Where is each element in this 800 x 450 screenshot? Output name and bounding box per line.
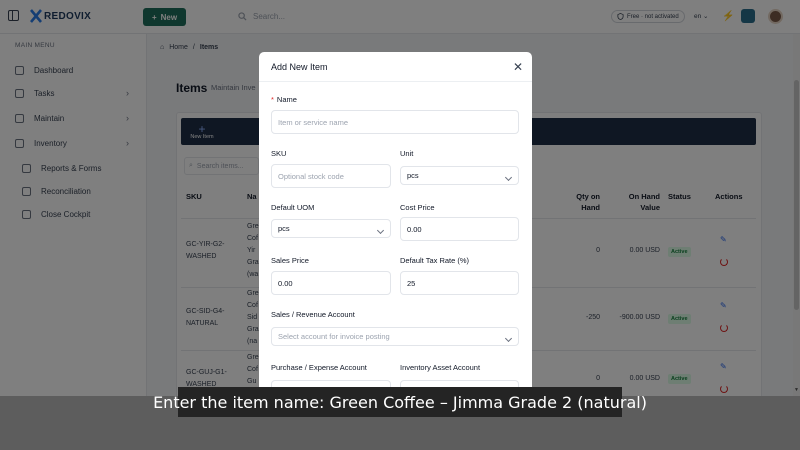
purchase-account-label: Purchase / Expense Account: [271, 363, 367, 372]
tax-rate-label: Default Tax Rate (%): [400, 256, 470, 265]
sales-price-input[interactable]: 0.00: [271, 271, 391, 295]
sku-label: SKU: [271, 149, 287, 158]
required-marker: *: [271, 95, 274, 104]
close-icon[interactable]: ✕: [511, 60, 525, 74]
sku-input[interactable]: Optional stock code: [271, 164, 391, 188]
name-label-text: Name: [276, 95, 297, 104]
sales-account-select[interactable]: Select account for invoice posting: [271, 327, 519, 346]
video-caption: Enter the item name: Green Coffee – Jimm…: [153, 387, 647, 417]
inventory-account-label: Inventory Asset Account: [400, 363, 481, 372]
tax-rate-input[interactable]: 25: [400, 271, 519, 295]
name-label: * Name: [271, 95, 297, 104]
add-item-dialog: Add New Item ✕ * Name Item or service nam…: [259, 52, 532, 396]
sales-account-label: Sales / Revenue Account: [271, 310, 355, 319]
unit-label: Unit: [400, 149, 414, 158]
cost-price-input[interactable]: 0.00: [400, 217, 519, 241]
dialog-title: Add New Item: [271, 62, 328, 72]
unit-select[interactable]: pcs: [400, 166, 519, 185]
default-uom-label: Default UOM: [271, 203, 315, 212]
default-uom-select[interactable]: pcs: [271, 219, 391, 238]
cost-price-label: Cost Price: [400, 203, 435, 212]
sales-price-label: Sales Price: [271, 256, 309, 265]
name-input[interactable]: Item or service name: [271, 110, 519, 134]
dialog-header: Add New Item ✕: [259, 52, 532, 82]
